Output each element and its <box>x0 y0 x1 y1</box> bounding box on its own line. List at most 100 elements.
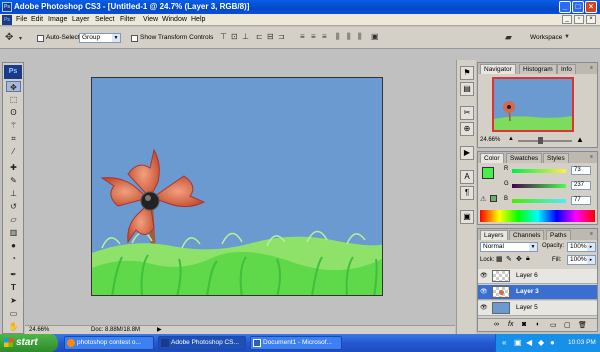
document-icon[interactable]: Ps <box>2 15 12 25</box>
maximize-button[interactable]: □ <box>572 1 584 13</box>
eraser-tool-icon[interactable]: ▱ <box>6 214 21 225</box>
blue-value[interactable]: 77 <box>571 196 591 205</box>
distribute-hcenter-icon[interactable]: ⫼ <box>347 32 351 42</box>
clone-stamp-tool-icon[interactable]: ⊥ <box>6 188 21 199</box>
foreground-color-swatch[interactable] <box>482 167 494 179</box>
taskbar-item-word[interactable]: Document1 - Microsof... <box>250 336 342 350</box>
show-transform-checkbox[interactable] <box>131 35 138 42</box>
link-layers-icon[interactable]: ∞ <box>494 321 499 328</box>
tool-presets-icon[interactable]: ⚑ <box>460 66 474 80</box>
workspace-chevron-icon[interactable]: ▼ <box>564 32 570 42</box>
auto-align-icon[interactable]: ▣ <box>371 32 379 42</box>
zoom-out-icon[interactable]: ▲ <box>508 136 514 142</box>
menu-edit[interactable]: Edit <box>31 15 43 25</box>
delete-layer-icon[interactable]: 🗑︎ <box>578 321 587 329</box>
align-left-icon[interactable]: ⊏ <box>256 32 263 42</box>
security-icon[interactable]: ◆ <box>538 334 544 352</box>
volume-icon[interactable]: ◀ <box>526 334 532 352</box>
layer-comps-icon[interactable]: ▣ <box>460 210 474 224</box>
taskbar-item-photoshop[interactable]: Adobe Photoshop CS... <box>158 336 246 350</box>
layer-mask-icon[interactable]: ◙ <box>522 321 526 328</box>
lock-transparent-icon[interactable]: ▦ <box>496 255 503 263</box>
healing-brush-tool-icon[interactable]: ✚ <box>6 162 21 173</box>
magic-wand-tool-icon[interactable]: ⚚ <box>6 120 21 131</box>
eyedropper-tool-icon[interactable]: ⁄ <box>6 146 21 157</box>
menu-layer[interactable]: Layer <box>72 15 90 25</box>
doc-restore-button[interactable]: ▫ <box>574 15 584 24</box>
navigator-zoom-value[interactable]: 24.66% <box>480 137 500 143</box>
distribute-bottom-icon[interactable]: ≡ <box>322 32 327 42</box>
close-button[interactable]: × <box>585 1 597 13</box>
auto-select-dropdown[interactable]: Group ▼ <box>79 33 121 43</box>
blend-mode-dropdown[interactable]: Normal ▼ <box>480 242 538 252</box>
tab-paths[interactable]: Paths <box>546 230 571 240</box>
red-slider[interactable] <box>512 169 566 173</box>
tab-styles[interactable]: Styles <box>543 153 569 163</box>
tab-navigator[interactable]: Navigator <box>480 64 516 74</box>
marquee-tool-icon[interactable]: ⬚ <box>6 94 21 105</box>
panel-menu-icon[interactable]: ≡ <box>588 231 595 238</box>
start-button[interactable]: start <box>0 334 58 352</box>
doc-close-button[interactable]: × <box>586 15 596 24</box>
panel-menu-icon[interactable]: ≡ <box>588 154 595 161</box>
briefcase-icon[interactable]: ▰ <box>505 32 512 42</box>
zoom-slider-thumb[interactable] <box>538 137 543 144</box>
doc-minimize-button[interactable]: _ <box>562 15 572 24</box>
layer-style-icon[interactable]: fx <box>508 321 513 328</box>
align-vcenter-icon[interactable]: ⊡ <box>231 32 238 42</box>
align-bottom-icon[interactable]: ⊥ <box>242 32 249 42</box>
lock-image-icon[interactable]: ✎ <box>506 255 512 263</box>
paragraph-panel-icon[interactable]: ¶ <box>460 186 474 200</box>
type-tool-icon[interactable]: T <box>6 282 21 293</box>
lock-all-icon[interactable]: 🔒︎ <box>526 255 530 263</box>
taskbar-item-browser[interactable]: photoshop contest o... <box>64 336 154 350</box>
history-panel-icon[interactable]: ▤ <box>460 82 474 96</box>
zoom-slider[interactable] <box>518 140 572 142</box>
tab-info[interactable]: Info <box>557 64 576 74</box>
character-panel-icon[interactable]: A <box>460 170 474 184</box>
red-value[interactable]: 73 <box>571 166 591 175</box>
brush-tool-icon[interactable]: ✎ <box>6 175 21 186</box>
clone-source-icon[interactable]: ⊕ <box>460 122 474 136</box>
crop-tool-icon[interactable]: ⌗ <box>6 133 21 144</box>
path-selection-tool-icon[interactable]: ➤ <box>6 295 21 306</box>
tab-swatches[interactable]: Swatches <box>506 153 543 163</box>
layer-row[interactable]: 👁︎ Layer 5 <box>478 301 597 316</box>
move-tool-icon[interactable]: ✥ <box>5 33 13 43</box>
layer-row[interactable]: 👁︎ Layer 6 <box>478 269 597 284</box>
dodge-tool-icon[interactable]: ◔ <box>6 253 21 264</box>
new-group-icon[interactable]: ▭ <box>550 321 557 329</box>
pen-tool-icon[interactable]: ✒ <box>6 269 21 280</box>
menu-file[interactable]: File <box>16 15 27 25</box>
new-layer-icon[interactable]: ▢ <box>564 321 571 329</box>
gradient-tool-icon[interactable]: ▥ <box>6 227 21 238</box>
align-hcenter-icon[interactable]: ⊟ <box>267 32 274 42</box>
menu-select[interactable]: Select <box>95 15 114 25</box>
opacity-field[interactable]: 100% ▸ <box>567 242 596 252</box>
hand-tool-icon[interactable]: ✋ <box>6 321 21 332</box>
zoom-in-icon[interactable]: ▲ <box>576 135 584 144</box>
distribute-right-icon[interactable]: ⫼ <box>358 32 362 42</box>
tab-channels[interactable]: Channels <box>509 230 545 240</box>
workspace-menu[interactable]: Workspace <box>530 34 562 42</box>
shape-tool-icon[interactable]: ▭ <box>6 308 21 319</box>
auto-select-checkbox[interactable] <box>37 35 44 42</box>
minimize-button[interactable]: _ <box>559 1 571 13</box>
lasso-tool-icon[interactable]: ʘ <box>6 107 21 118</box>
menu-view[interactable]: View <box>143 15 158 25</box>
web-safe-color-icon[interactable] <box>490 195 497 202</box>
distribute-left-icon[interactable]: ⫼ <box>336 32 340 42</box>
actions-panel-icon[interactable]: ▶ <box>460 146 474 160</box>
align-right-icon[interactable]: ⊐ <box>278 32 285 42</box>
distribute-vcenter-icon[interactable]: ≡ <box>311 32 316 42</box>
menu-filter[interactable]: Filter <box>120 15 136 25</box>
distribute-top-icon[interactable]: ≡ <box>300 32 305 42</box>
clock[interactable]: 10:03 PM <box>568 334 596 352</box>
menu-window[interactable]: Window <box>162 15 187 25</box>
align-top-icon[interactable]: ⊤ <box>220 32 227 42</box>
tool-preset-dropdown[interactable]: ▾ <box>19 34 22 44</box>
layer-row-selected[interactable]: 👁︎ Layer 3 <box>478 285 597 300</box>
visibility-eye-icon[interactable]: 👁︎ <box>480 289 488 295</box>
blue-slider[interactable] <box>512 199 566 203</box>
move-tool-icon[interactable]: ✥ <box>6 81 21 92</box>
